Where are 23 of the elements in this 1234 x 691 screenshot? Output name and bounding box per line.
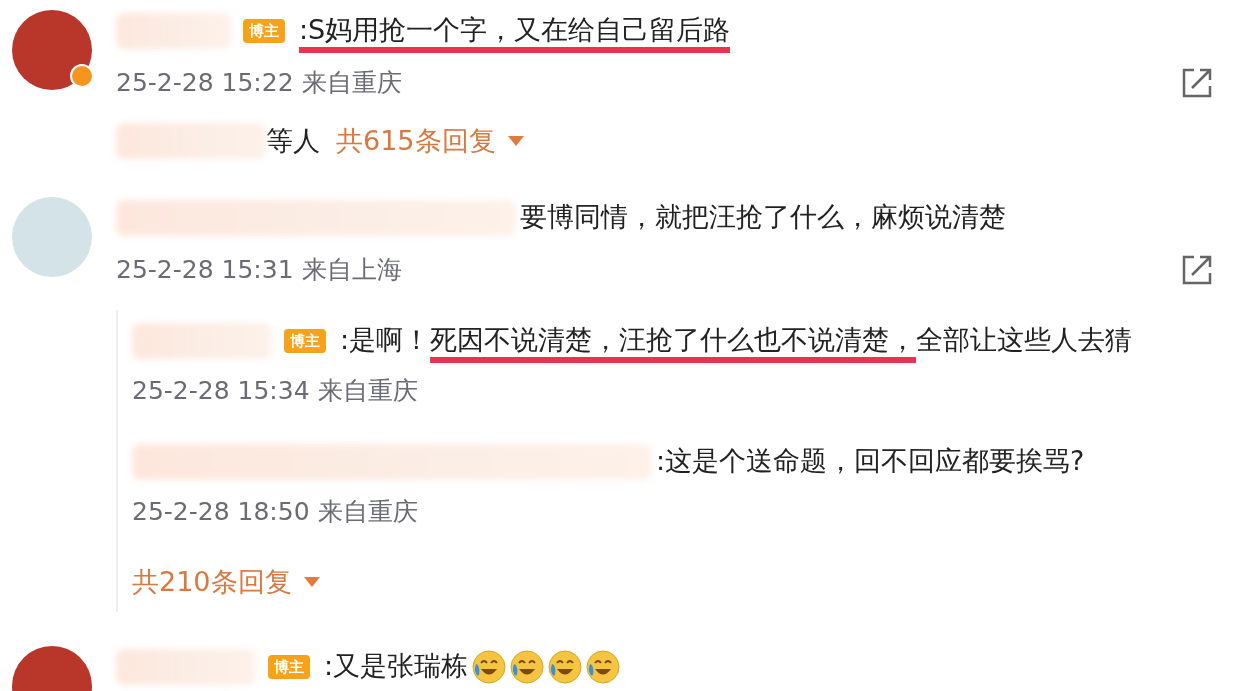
laughing-crying-emoji-icon xyxy=(510,649,545,684)
share-icon[interactable] xyxy=(1180,66,1214,100)
comment-text: 要博同情，就把汪抢了什么，麻烦说清楚 xyxy=(520,200,1006,234)
reply-count-link[interactable]: 共615条回复 xyxy=(336,119,496,163)
author-badge: 博主 xyxy=(284,328,326,353)
comment-text: :这是个送命题，回不回应都要挨骂? xyxy=(656,444,1085,478)
author-badge: 博主 xyxy=(268,654,310,679)
comment-text: :又是张瑞栋 xyxy=(324,649,469,683)
comment-text: :是啊！死因不说清楚，汪抢了什么也不说清楚，全部让这些人去猜 xyxy=(340,318,1133,363)
reply-timestamp: 25-2-28 15:34 来自重庆 xyxy=(132,375,419,407)
comment-text: :S妈用抢一个字，又在给自己留后路 xyxy=(299,8,731,53)
laughing-crying-emoji-icon xyxy=(586,649,621,684)
reply-count-link[interactable]: 共210条回复 xyxy=(132,560,292,604)
laughing-crying-emoji-icon xyxy=(548,649,583,684)
caret-icon[interactable] xyxy=(507,136,524,146)
share-icon[interactable] xyxy=(1180,253,1214,287)
laughing-crying-emoji-icon xyxy=(472,649,507,684)
replier-text: 等人 xyxy=(266,124,320,158)
author-badge: 博主 xyxy=(243,18,285,43)
comment-timestamp: 25-2-28 15:31 来自上海 xyxy=(116,254,402,286)
comment-timestamp: 25-2-28 15:22 来自重庆 xyxy=(116,67,402,99)
caret-icon[interactable] xyxy=(303,577,320,587)
reply-timestamp: 25-2-28 18:50 来自重庆 xyxy=(132,496,419,528)
